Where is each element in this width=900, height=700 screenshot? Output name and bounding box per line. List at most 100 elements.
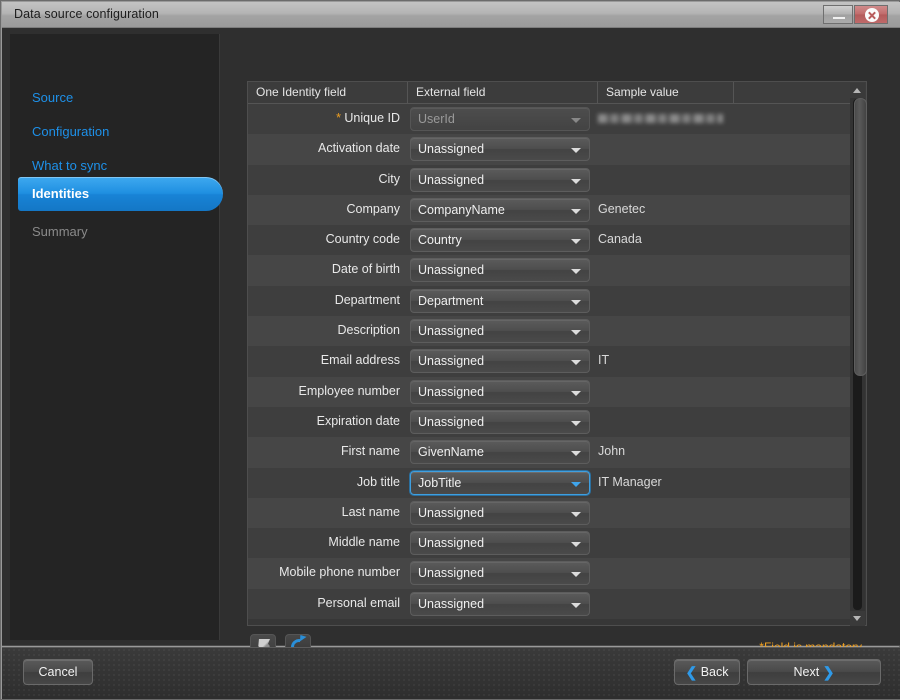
grid-scrollbar[interactable] — [850, 83, 865, 626]
table-row: CityUnassigned — [248, 165, 852, 195]
field-label-text: Last name — [342, 505, 400, 519]
scrollbar-track[interactable] — [853, 99, 862, 610]
field-label: Company — [248, 202, 400, 216]
field-label: Job title — [248, 475, 400, 489]
field-label-text: Company — [347, 202, 401, 216]
next-button[interactable]: Next ❯ — [747, 659, 881, 685]
table-row: Job title JobTitle IT Manager — [248, 468, 852, 498]
column-header-blank[interactable] — [734, 82, 852, 103]
table-row: Expiration date Unassigned — [248, 407, 852, 437]
table-row: Employee number Unassigned — [248, 377, 852, 407]
chevron-down-icon — [571, 421, 581, 426]
external-field-dropdown[interactable]: Department — [410, 289, 590, 313]
external-field-dropdown[interactable]: GivenName — [410, 440, 590, 464]
field-label-text: Unique ID — [344, 111, 400, 125]
table-row: Department Department — [248, 286, 852, 316]
field-label-text: Expiration date — [317, 414, 400, 428]
external-field-dropdown[interactable]: JobTitle — [410, 471, 590, 495]
external-field-dropdown[interactable]: Unassigned — [410, 137, 590, 161]
close-icon — [865, 8, 879, 22]
chevron-down-icon — [571, 269, 581, 274]
external-field-dropdown[interactable]: Unassigned — [410, 410, 590, 434]
dialog-footer: Cancel ❮ Back Next ❯ — [2, 647, 900, 699]
dropdown-value: Unassigned — [418, 324, 484, 338]
sample-value: John — [598, 444, 625, 458]
external-field-dropdown[interactable]: Unassigned — [410, 561, 590, 585]
dialog-window: Data source configuration SourceConfigur… — [0, 0, 900, 700]
sidebar-item-source[interactable]: Source — [2, 83, 212, 113]
chevron-down-icon — [571, 300, 581, 305]
field-label: Mobile phone number — [248, 565, 400, 579]
sidebar-item-summary[interactable]: Summary — [2, 217, 212, 247]
field-mapping-grid: One Identity field External field Sample… — [247, 81, 867, 626]
field-label: Description — [248, 323, 400, 337]
dropdown-value: Unassigned — [418, 536, 484, 550]
chevron-down-icon — [571, 391, 581, 396]
external-field-dropdown[interactable]: Unassigned — [410, 168, 590, 192]
table-row: Country code Country Canada — [248, 225, 852, 255]
chevron-down-icon — [853, 616, 861, 621]
field-label-text: Email address — [321, 353, 400, 367]
table-row: Email addressUnassignedIT — [248, 346, 852, 376]
field-label-text: Department — [335, 293, 400, 307]
external-field-dropdown[interactable]: Country — [410, 228, 590, 252]
table-row: Description Unassigned — [248, 316, 852, 346]
sidebar-item-label: Source — [32, 90, 73, 105]
external-field-dropdown[interactable]: Unassigned — [410, 531, 590, 555]
next-label: Next — [794, 665, 820, 679]
scrollbar-thumb[interactable] — [854, 98, 867, 376]
chevron-down-icon — [571, 572, 581, 577]
dropdown-value: Unassigned — [418, 415, 484, 429]
dropdown-value: Unassigned — [418, 142, 484, 156]
table-row: * Unique IDUserId — [248, 104, 852, 134]
redacted-sample-value — [598, 114, 723, 123]
scroll-down-button[interactable] — [850, 611, 865, 626]
field-label-text: Country code — [326, 232, 400, 246]
dropdown-value: Unassigned — [418, 597, 484, 611]
dropdown-value: Unassigned — [418, 354, 484, 368]
grid-header: One Identity field External field Sample… — [248, 82, 866, 104]
field-label: First name — [248, 444, 400, 458]
sample-value: IT Manager — [598, 475, 662, 489]
field-label-text: Employee number — [299, 384, 400, 398]
dropdown-value: Unassigned — [418, 173, 484, 187]
external-field-dropdown[interactable]: Unassigned — [410, 258, 590, 282]
external-field-dropdown[interactable]: Unassigned — [410, 501, 590, 525]
chevron-down-icon — [571, 512, 581, 517]
external-field-dropdown[interactable]: Unassigned — [410, 319, 590, 343]
close-button[interactable] — [854, 5, 888, 24]
chevron-down-icon — [571, 118, 581, 123]
sample-value: Canada — [598, 232, 642, 246]
field-label-text: Job title — [357, 475, 400, 489]
chevron-down-icon — [571, 360, 581, 365]
back-button[interactable]: ❮ Back — [674, 659, 740, 685]
external-field-dropdown[interactable]: Unassigned — [410, 592, 590, 616]
minimize-button[interactable] — [823, 5, 853, 24]
field-label-text: Activation date — [318, 141, 400, 155]
chevron-down-icon — [571, 148, 581, 153]
cancel-button[interactable]: Cancel — [23, 659, 93, 685]
chevron-down-icon — [571, 239, 581, 244]
table-row: Activation date Unassigned — [248, 134, 852, 164]
table-row: Company CompanyName Genetec — [248, 195, 852, 225]
chevron-up-icon — [853, 88, 861, 93]
sidebar-item-identities[interactable]: Identities — [18, 177, 223, 211]
column-header-external-field[interactable]: External field — [408, 82, 598, 103]
chevron-down-icon — [571, 482, 581, 487]
sidebar-item-label: Summary — [32, 224, 88, 239]
dropdown-value: Country — [418, 233, 462, 247]
external-field-dropdown[interactable]: Unassigned — [410, 380, 590, 404]
column-header-one-identity-field[interactable]: One Identity field — [248, 82, 408, 103]
scroll-up-button[interactable] — [850, 83, 865, 98]
field-label: Employee number — [248, 384, 400, 398]
external-field-dropdown[interactable]: CompanyName — [410, 198, 590, 222]
table-row: Last name Unassigned — [248, 498, 852, 528]
external-field-dropdown[interactable]: Unassigned — [410, 349, 590, 373]
dropdown-value: UserId — [418, 112, 455, 126]
chevron-down-icon — [571, 330, 581, 335]
table-row: Middle nameUnassigned — [248, 528, 852, 558]
sample-value: Genetec — [598, 202, 645, 216]
field-label: Country code — [248, 232, 400, 246]
column-header-sample-value[interactable]: Sample value — [598, 82, 734, 103]
sidebar-item-configuration[interactable]: Configuration — [2, 117, 212, 147]
